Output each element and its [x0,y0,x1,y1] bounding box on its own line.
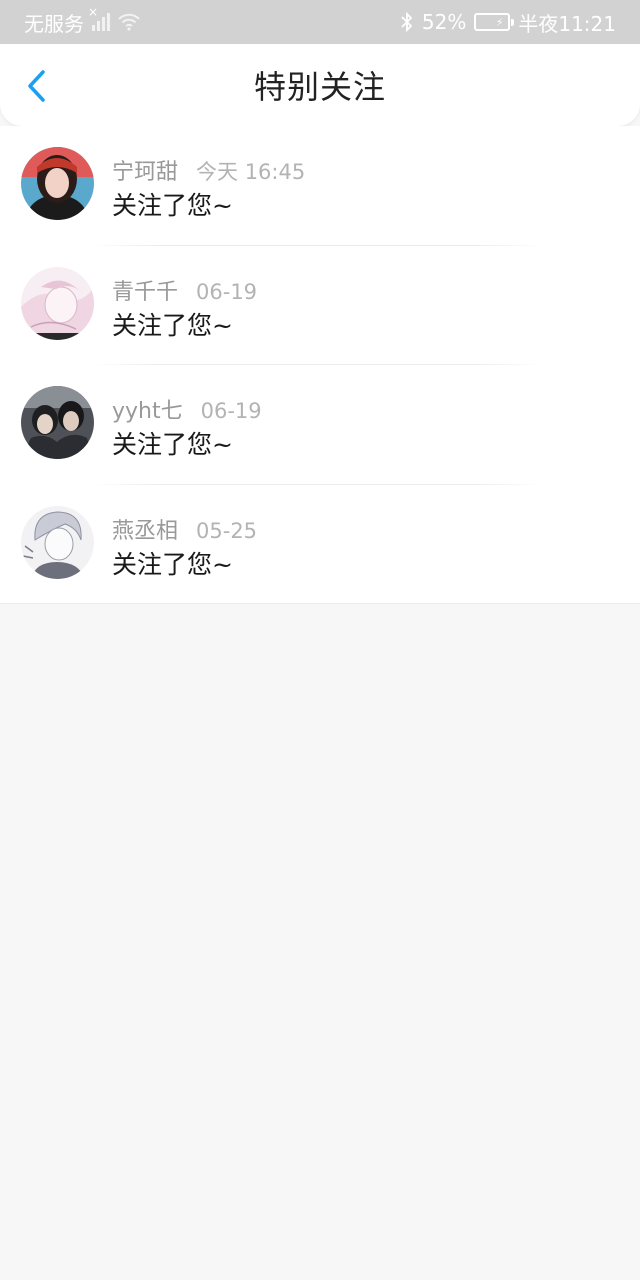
user-name[interactable]: yyht七 [112,393,183,425]
avatar[interactable] [21,505,94,579]
bluetooth-icon [401,12,413,32]
avatar-image [21,147,94,220]
message-text: 关注了您~ [112,310,233,340]
chevron-left-icon [28,70,45,102]
avatar[interactable] [21,386,94,459]
status-right: 52% ⚡ 半夜11:21 [400,8,616,37]
timestamp: 06-19 [200,399,262,423]
notification-list: 宁珂甜 今天 16:45 关注了您~ 青千千 06-19 关注了您~ yyht七… [0,126,640,604]
notification-item[interactable]: 燕丞相 05-25 关注了您~ [0,485,640,604]
back-button[interactable] [18,68,54,104]
notification-item[interactable]: 青千千 06-19 关注了您~ [0,246,640,365]
status-left: 无服务 × [24,5,140,37]
notification-item[interactable]: 宁珂甜 今天 16:45 关注了您~ [0,126,640,246]
title-bar: 特别关注 [0,44,640,126]
avatar-image [21,266,94,340]
avatar[interactable] [21,147,94,220]
avatar[interactable] [21,266,94,340]
message-text: 关注了您~ [112,549,233,579]
user-name[interactable]: 青千千 [112,274,178,306]
name-line: 青千千 06-19 [112,274,257,306]
avatar-image [21,505,94,579]
user-name[interactable]: 燕丞相 [112,513,178,545]
message-text: 关注了您~ [112,430,233,459]
divider [0,603,640,604]
message-text: 关注了您~ [112,191,233,220]
name-line: yyht七 06-19 [112,393,262,425]
page-title: 特别关注 [253,68,386,106]
user-name[interactable]: 宁珂甜 [112,154,178,186]
status-bar: 无服务 × 52% ⚡ 半夜11:21 [0,0,640,44]
avatar-image [21,386,94,459]
notification-item[interactable]: yyht七 06-19 关注了您~ [0,365,640,485]
carrier-text: 无服务 [24,11,84,36]
no-signal-icon: × [88,5,110,31]
timestamp: 05-25 [196,518,258,543]
timestamp: 今天 16:45 [196,160,306,184]
clock: 半夜11:21 [518,11,616,36]
timestamp: 06-19 [196,279,258,304]
name-line: 宁珂甜 今天 16:45 [112,154,305,186]
battery-percent: 52% [421,10,467,34]
battery-charging-icon: ⚡ [474,13,515,31]
wifi-icon [118,13,140,31]
name-line: 燕丞相 05-25 [112,513,257,545]
